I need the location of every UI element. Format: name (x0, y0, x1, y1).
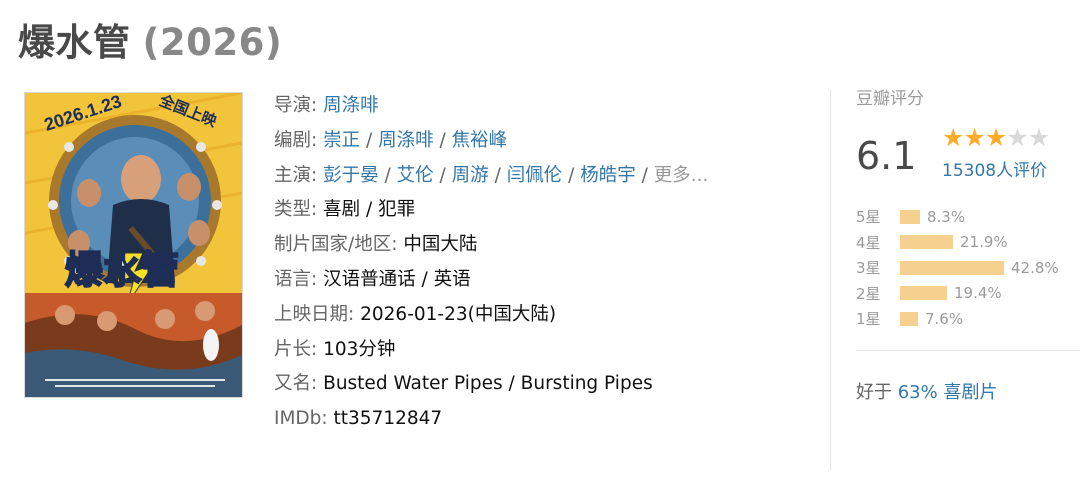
imdb-row: IMDb: tt35712847 (274, 402, 814, 437)
rating-score: 6.1 (856, 134, 917, 178)
cast-link[interactable]: 闫佩伦 (507, 165, 563, 186)
star-icon: ★ (963, 123, 985, 152)
language-label: 语言: (274, 268, 318, 290)
movie-poster[interactable]: 2026.1.23 全国上映 爆水管 (24, 92, 243, 398)
director-link[interactable]: 周涤啡 (323, 95, 379, 116)
rating-dist-label: 2星 (856, 284, 881, 303)
rating-dist-percent: 42.8% (1011, 258, 1059, 277)
cast-link[interactable]: 周游 (452, 165, 489, 186)
rating-dist-bar (900, 260, 1004, 275)
director-row: 导演: 周涤啡 (274, 95, 379, 116)
cast-more-link[interactable]: 更多... (654, 165, 709, 186)
genre-label: 类型: (274, 199, 318, 221)
runtime-label: 片长: (274, 338, 318, 360)
rating-dist-percent: 21.9% (960, 233, 1008, 252)
movie-info: 导演: 周涤啡 编剧: 崇正 / 周涤啡 / 焦裕峰 主演: 彭于晏 / 艾伦 … (274, 89, 814, 437)
release-row: 上映日期: 2026-01-23(中国大陆) (274, 298, 814, 333)
rating-stars-icon: ★★★★★ (942, 122, 1050, 154)
rating-dist-row: 2星 19.4% (856, 281, 1059, 307)
rating-dist-percent: 7.6% (925, 309, 964, 328)
runtime-row: 片长: 103分钟 (274, 333, 814, 368)
poster-logo-text: 爆水管 (65, 248, 179, 292)
poster-image: 2026.1.23 全国上映 爆水管 (25, 93, 242, 397)
aka-label: 又名: (274, 373, 318, 395)
rating-dist-bar (900, 311, 918, 326)
country-label: 制片国家/地区: (274, 234, 398, 256)
rating-dist-percent: 8.3% (927, 207, 966, 226)
rating-dist-row: 3星 42.8% (856, 255, 1059, 281)
better-than-info: 好于 63% 喜剧片 (856, 378, 997, 404)
cast-link[interactable]: 艾伦 (397, 165, 434, 186)
director-label: 导演 (274, 95, 312, 116)
star-icon: ★ (1006, 123, 1028, 152)
cast-row: 主演: 彭于晏 / 艾伦 / 周游 / 闫佩伦 / 杨皓宇 / 更多... (274, 164, 709, 186)
genre-value: 喜剧 / 犯罪 (323, 199, 416, 221)
aka-value: Busted Water Pipes / Bursting Pipes (323, 373, 653, 395)
release-label: 上映日期: (274, 303, 355, 325)
divider-horizontal (856, 350, 1080, 351)
country-row: 制片国家/地区: 中国大陆 (274, 228, 814, 263)
release-value: 2026-01-23(中国大陆) (360, 303, 557, 325)
rating-dist-row: 5星 8.3% (856, 204, 1059, 230)
rating-distribution: 5星 8.3% 4星 21.9% 3星 42.8% 2星 19.4% 1星 7.6% (856, 204, 1059, 332)
cast-link[interactable]: 杨皓宇 (580, 165, 636, 186)
rating-dist-label: 5星 (856, 208, 881, 227)
page-title: 爆水管 (2026) (18, 12, 282, 66)
rating-dist-bar (900, 286, 947, 301)
writer-label: 编剧 (274, 129, 312, 151)
writer-row: 编剧: 崇正 / 周涤啡 / 焦裕峰 (274, 129, 508, 151)
divider-vertical (830, 90, 831, 470)
rating-dist-bar (900, 235, 953, 250)
star-icon: ★ (984, 123, 1007, 152)
rating-count-link[interactable]: 15308人评价 (942, 157, 1047, 185)
language-row: 语言: 汉语普通话 / 英语 (274, 263, 814, 298)
country-value: 中国大陆 (403, 234, 478, 256)
better-than-prefix: 好于 (856, 382, 892, 403)
writer-link[interactable]: 周涤啡 (378, 130, 434, 151)
rating-dist-label: 3星 (856, 259, 881, 278)
writer-link[interactable]: 焦裕峰 (452, 130, 508, 151)
rating-dist-bar (900, 209, 920, 224)
douban-rating-panel: 豆瓣评分 6.1 ★★★★★ 15308人评价 5星 8.3% 4星 21.9% 3… (856, 84, 1080, 328)
genre-row: 类型: 喜剧 / 犯罪 (274, 193, 814, 228)
star-icon: ★ (942, 123, 964, 152)
imdb-value: tt35712847 (333, 408, 443, 430)
better-than-link[interactable]: 63% 喜剧片 (898, 382, 998, 403)
rating-dist-label: 4星 (856, 233, 881, 252)
runtime-value: 103分钟 (323, 338, 396, 360)
cast-label: 主演 (274, 164, 312, 186)
language-value: 汉语普通话 / 英语 (323, 268, 471, 290)
writer-link[interactable]: 崇正 (323, 130, 360, 151)
rating-title: 豆瓣评分 (856, 89, 924, 109)
rating-dist-label: 1星 (856, 310, 881, 329)
rating-dist-row: 1星 7.6% (856, 306, 1059, 332)
movie-title: 爆水管 (18, 21, 131, 64)
cast-link[interactable]: 彭于晏 (323, 165, 379, 186)
rating-dist-row: 4星 21.9% (856, 230, 1059, 256)
movie-year: (2026) (142, 21, 283, 64)
aka-row: 又名: Busted Water Pipes / Bursting Pipes (274, 367, 814, 402)
rating-dist-percent: 19.4% (954, 284, 1002, 303)
star-icon: ★ (1027, 123, 1050, 152)
imdb-label: IMDb: (274, 408, 328, 430)
